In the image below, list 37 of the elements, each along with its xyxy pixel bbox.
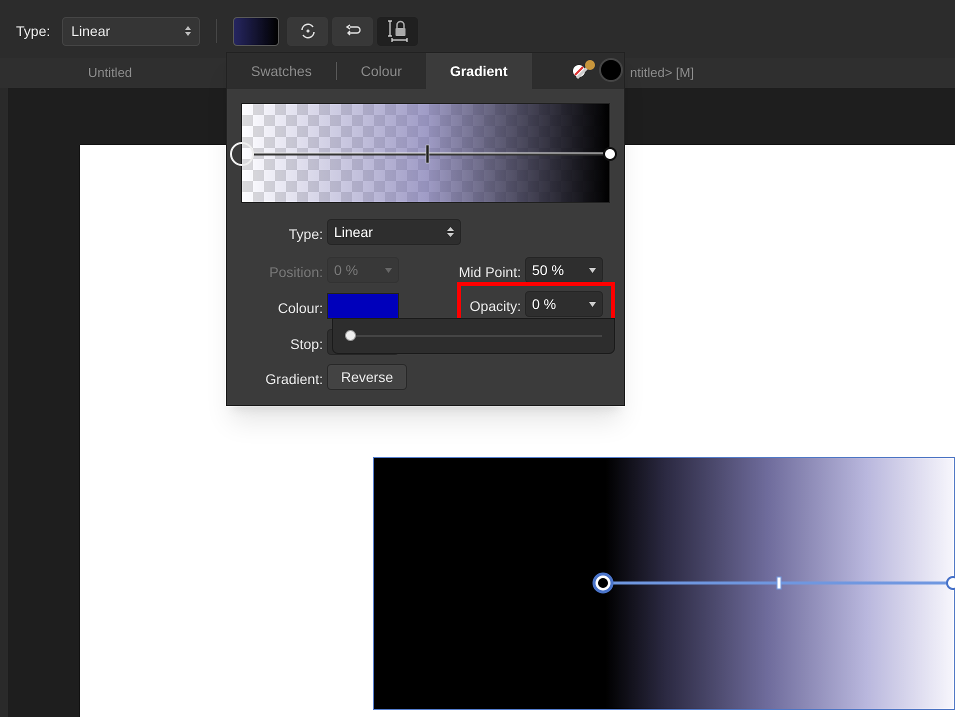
gradient-swatch[interactable]: [233, 16, 280, 46]
type-label: Type:: [16, 22, 50, 41]
field-label: Colour:: [278, 299, 323, 318]
value-dropdown[interactable]: 50 %: [525, 257, 603, 283]
panel-tab[interactable]: Swatches: [227, 53, 336, 89]
type-dropdown[interactable]: Linear: [62, 16, 200, 46]
colour-swatch[interactable]: [327, 293, 399, 319]
panel-tab[interactable]: Colour: [336, 53, 426, 89]
value-dropdown[interactable]: 0 %: [525, 291, 603, 317]
no-colour-icon[interactable]: [572, 64, 586, 78]
type-dropdown[interactable]: Linear: [327, 219, 461, 245]
lock-button[interactable]: [377, 16, 418, 46]
gradient-preview[interactable]: [241, 103, 610, 203]
reverse-button[interactable]: [332, 16, 374, 46]
field-label: Gradient:: [265, 370, 323, 389]
eyedropper-icon[interactable]: [575, 58, 597, 80]
caret-icon: [589, 268, 596, 272]
field-label: Position:: [269, 263, 323, 282]
caret-icon: [385, 268, 392, 272]
slider-thumb[interactable]: [345, 330, 356, 341]
field-label: Stop:: [290, 335, 323, 354]
caret-icon: [589, 302, 596, 306]
field-label: Opacity:: [470, 297, 521, 316]
reverse-button[interactable]: Reverse: [327, 364, 408, 390]
gradient-rectangle[interactable]: [373, 457, 955, 710]
stepper-icon: [185, 26, 192, 36]
rotate-button[interactable]: [287, 16, 328, 46]
stepper-icon: [447, 227, 454, 237]
rotate-icon: [298, 22, 317, 40]
document-tab[interactable]: ntitled> [M]: [630, 63, 694, 83]
field-label: Mid Point:: [458, 263, 521, 282]
lock-icon: [386, 19, 409, 43]
panel-tab[interactable]: Gradient: [426, 53, 532, 89]
field-label: Type:: [288, 225, 323, 244]
document-tab[interactable]: Untitled: [0, 63, 220, 83]
return-arrow-icon: [344, 24, 362, 38]
gradient-handle[interactable]: [592, 572, 955, 594]
